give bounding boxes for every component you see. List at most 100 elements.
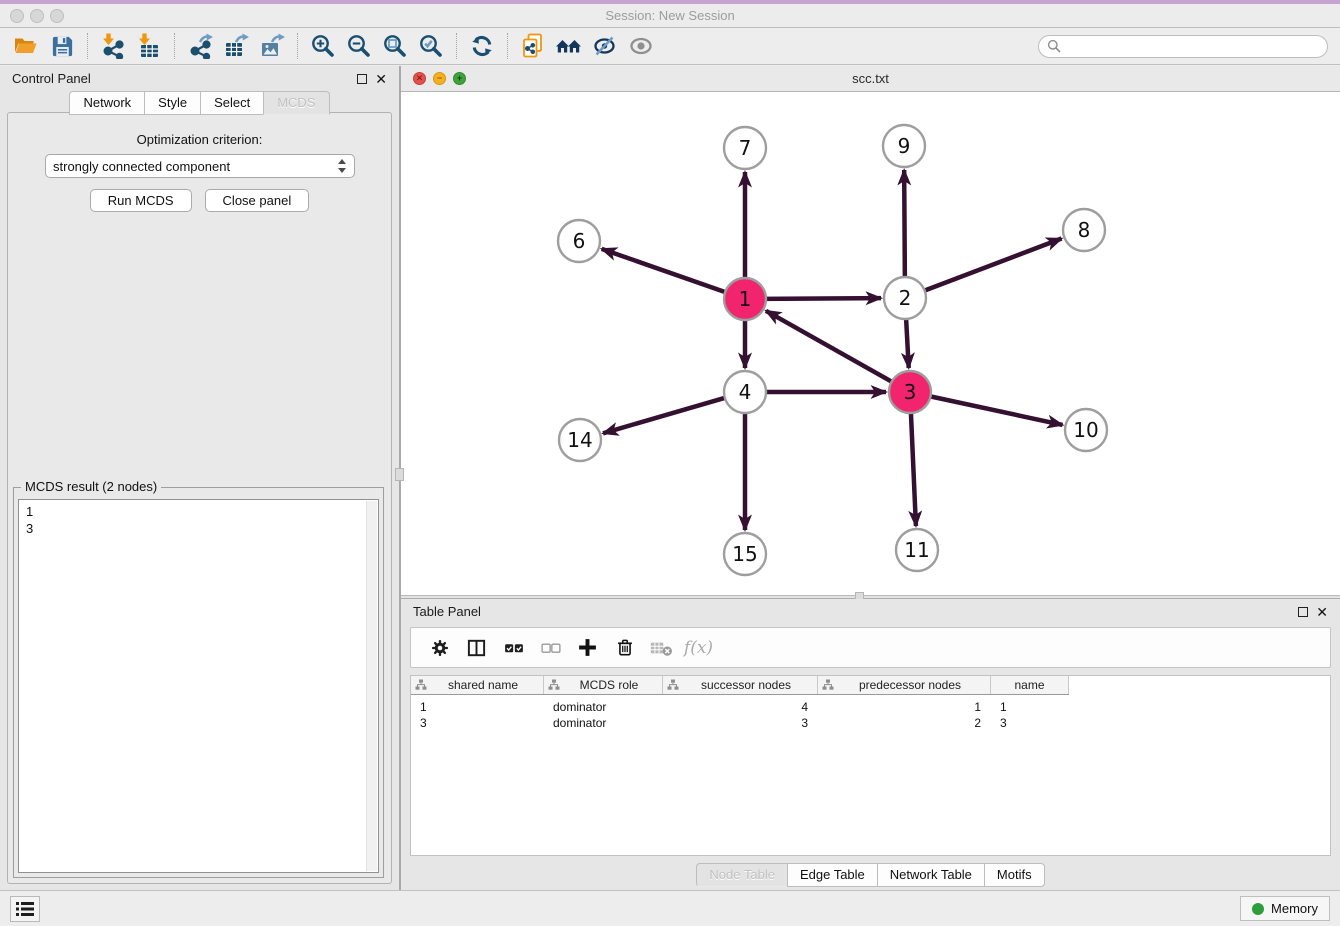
run-mcds-button[interactable]: Run MCDS xyxy=(90,189,192,212)
import-table-button[interactable] xyxy=(131,31,167,61)
graph-node-6[interactable]: 6 xyxy=(558,220,600,262)
column-layout-button[interactable] xyxy=(458,632,495,664)
cell-name[interactable]: 1 xyxy=(991,700,1069,714)
column-header-shared-name[interactable]: shared name xyxy=(411,676,544,694)
tab-network[interactable]: Network xyxy=(69,91,144,115)
table-panel: Table Panel ✕ xyxy=(401,599,1340,890)
clone-network-button[interactable] xyxy=(515,31,551,61)
table-panel-title: Table Panel xyxy=(413,604,481,619)
columns-icon xyxy=(465,637,488,659)
column-header-successor-nodes[interactable]: successor nodes xyxy=(663,676,818,694)
cell-mcds-role[interactable]: dominator xyxy=(544,716,663,730)
close-panel-button[interactable]: ✕ xyxy=(375,74,387,84)
graph-edge-2-9[interactable] xyxy=(904,170,905,279)
zoom-out-button[interactable] xyxy=(341,31,377,61)
column-header-name[interactable]: name xyxy=(991,676,1069,694)
graph-node-14[interactable]: 14 xyxy=(559,419,601,461)
cell-predecessor-nodes[interactable]: 2 xyxy=(818,716,991,730)
mcds-result-group: MCDS result (2 nodes) 1 3 xyxy=(13,487,384,878)
graph-edge-4-14[interactable] xyxy=(603,397,727,433)
graph-edge-3-1[interactable] xyxy=(766,311,894,383)
tab-style[interactable]: Style xyxy=(144,91,200,115)
main-area: Control Panel ✕ Network Style Select MCD… xyxy=(0,66,1340,890)
export-image-button[interactable] xyxy=(254,31,290,61)
hide-graphics-details-button[interactable] xyxy=(587,31,623,61)
optimization-criterion-select[interactable]: strongly connected component xyxy=(45,154,355,178)
graph-node-3[interactable]: 3 xyxy=(889,371,931,413)
close-panel-button-inline[interactable]: Close panel xyxy=(205,189,310,212)
graph-node-1[interactable]: 1 xyxy=(724,278,766,320)
zoom-in-button[interactable] xyxy=(305,31,341,61)
search-input[interactable] xyxy=(1065,39,1319,53)
column-header-predecessor-nodes[interactable]: predecessor nodes xyxy=(818,676,991,694)
float-table-panel-button[interactable] xyxy=(1298,607,1308,617)
show-graphics-details-button[interactable] xyxy=(623,31,659,61)
tab-node-table[interactable]: Node Table xyxy=(696,863,787,887)
graph-edge-2-8[interactable] xyxy=(923,239,1062,292)
search-field[interactable] xyxy=(1038,35,1328,58)
home-button[interactable] xyxy=(551,31,587,61)
tab-network-table[interactable]: Network Table xyxy=(877,863,984,887)
tab-select[interactable]: Select xyxy=(200,91,263,115)
graph-node-8[interactable]: 8 xyxy=(1063,209,1105,251)
float-panel-button[interactable] xyxy=(357,74,367,84)
network-canvas[interactable]: 7 9 6 8 1 2 4 3 14 10 15 11 xyxy=(401,92,1340,595)
table-row[interactable]: 1 dominator 4 1 1 xyxy=(411,699,1330,715)
graph-edge-1-6[interactable] xyxy=(602,249,727,293)
delete-table-button[interactable] xyxy=(643,632,680,664)
zoom-fit-button[interactable] xyxy=(377,31,413,61)
cell-shared-name[interactable]: 3 xyxy=(411,716,544,730)
export-network-button[interactable] xyxy=(182,31,218,61)
cell-predecessor-nodes[interactable]: 1 xyxy=(818,700,991,714)
graph-node-11[interactable]: 11 xyxy=(896,529,938,571)
graph-node-label: 10 xyxy=(1073,418,1098,442)
graph-node-7[interactable]: 7 xyxy=(724,127,766,169)
graph-node-9[interactable]: 9 xyxy=(883,125,925,167)
eye-icon xyxy=(628,33,654,59)
unchecked-boxes-icon xyxy=(539,637,563,659)
close-table-panel-button[interactable]: ✕ xyxy=(1316,607,1328,617)
zoom-out-icon xyxy=(346,33,372,59)
tab-motifs[interactable]: Motifs xyxy=(984,863,1045,887)
graph-node-2[interactable]: 2 xyxy=(884,277,926,319)
delete-column-button[interactable] xyxy=(606,632,643,664)
select-all-columns-button[interactable] xyxy=(495,632,532,664)
cell-mcds-role[interactable]: dominator xyxy=(544,700,663,714)
cell-shared-name[interactable]: 1 xyxy=(411,700,544,714)
open-session-button[interactable] xyxy=(8,31,44,61)
add-column-button[interactable] xyxy=(569,632,606,664)
memory-button[interactable]: Memory xyxy=(1240,896,1330,921)
table-settings-button[interactable] xyxy=(421,632,458,664)
graph-edge-3-10[interactable] xyxy=(929,396,1063,425)
cell-successor-nodes[interactable]: 4 xyxy=(663,700,818,714)
cell-name[interactable]: 3 xyxy=(991,716,1069,730)
graph-node-10[interactable]: 10 xyxy=(1065,409,1107,451)
import-network-icon xyxy=(100,33,126,59)
result-scrollbar[interactable] xyxy=(366,501,377,871)
import-network-button[interactable] xyxy=(95,31,131,61)
mcds-result-list[interactable]: 1 3 xyxy=(18,499,379,873)
toolbar-separator xyxy=(87,33,88,59)
mcds-tab-pane: Optimization criterion: strongly connect… xyxy=(7,112,392,884)
table-row[interactable]: 3 dominator 3 2 3 xyxy=(411,715,1330,731)
graph-node-label: 7 xyxy=(739,136,752,160)
graph-edge-1-2[interactable] xyxy=(764,298,881,299)
graph-edge-2-3[interactable] xyxy=(906,317,909,368)
refresh-layout-button[interactable] xyxy=(464,31,500,61)
tab-mcds[interactable]: MCDS xyxy=(263,91,329,115)
save-session-button[interactable] xyxy=(44,31,80,61)
show-task-history-button[interactable] xyxy=(10,896,40,922)
deselect-all-columns-button[interactable] xyxy=(532,632,569,664)
cell-successor-nodes[interactable]: 3 xyxy=(663,716,818,730)
graph-node-4[interactable]: 4 xyxy=(724,371,766,413)
graph-node-15[interactable]: 15 xyxy=(724,533,766,575)
column-header-mcds-role[interactable]: MCDS role xyxy=(544,676,663,694)
graph-edge-3-11[interactable] xyxy=(911,411,916,526)
vertical-splitter-handle[interactable] xyxy=(395,468,404,481)
export-table-button[interactable] xyxy=(218,31,254,61)
search-icon xyxy=(1047,39,1061,53)
toolbar-separator xyxy=(507,33,508,59)
zoom-selected-button[interactable] xyxy=(413,31,449,61)
function-builder-button[interactable]: f(x) xyxy=(680,632,717,664)
tab-edge-table[interactable]: Edge Table xyxy=(787,863,877,887)
